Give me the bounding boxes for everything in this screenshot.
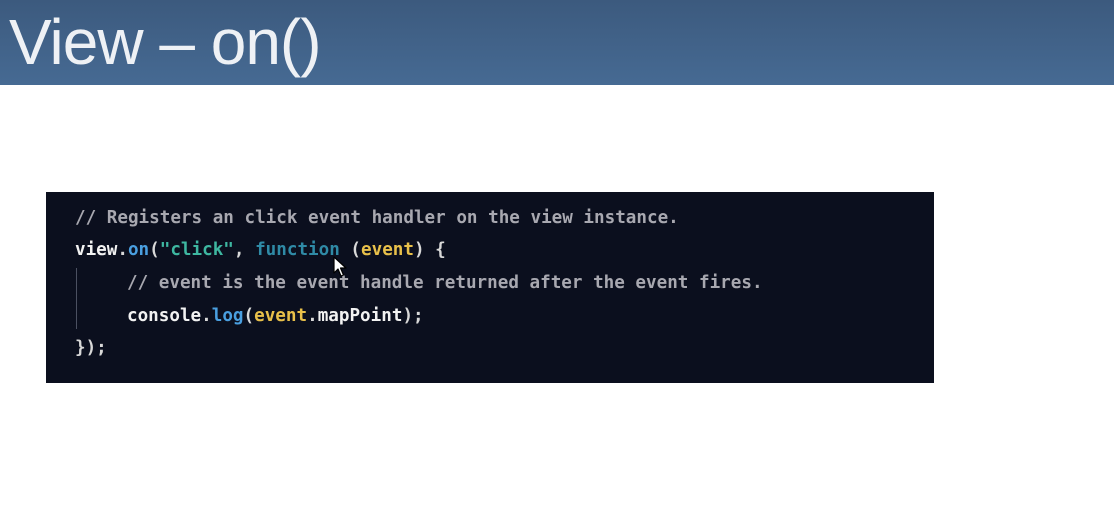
code-punctuation: ) {	[414, 240, 446, 260]
code-line-4: console.log(event.mapPoint);	[127, 305, 424, 327]
code-comment: // Registers an click event handler on t…	[75, 208, 679, 228]
code-punctuation: ,	[233, 240, 256, 260]
code-punctuation: (	[243, 306, 255, 326]
indent-guide	[76, 268, 77, 329]
code-line-5: });	[75, 337, 107, 359]
code-string: "click"	[159, 240, 234, 260]
code-identifier: view	[75, 240, 118, 260]
code-punctuation: });	[75, 338, 107, 358]
code-line-1: // Registers an click event handler on t…	[75, 207, 679, 229]
code-parameter: event	[254, 306, 308, 326]
slide-title-bar: View – on()	[0, 0, 1114, 85]
code-property: mapPoint	[317, 306, 403, 326]
code-identifier: console	[127, 306, 202, 326]
code-block: // Registers an click event handler on t…	[46, 192, 934, 383]
code-punctuation: .	[201, 306, 212, 326]
code-keyword: function	[255, 240, 340, 260]
code-punctuation: .	[307, 306, 318, 326]
slide-title: View – on()	[9, 6, 322, 78]
code-punctuation: (	[149, 240, 160, 260]
mouse-pointer-icon	[333, 256, 347, 277]
code-comment: // event is the event handle returned af…	[127, 273, 763, 293]
code-punctuation: );	[402, 306, 424, 326]
code-punctuation: .	[117, 240, 128, 260]
code-line-3: // event is the event handle returned af…	[127, 272, 763, 294]
code-method: log	[211, 306, 244, 326]
code-method: on	[127, 240, 150, 260]
code-parameter: event	[361, 240, 414, 260]
code-line-2: view.on("click", function (event) {	[75, 239, 446, 261]
